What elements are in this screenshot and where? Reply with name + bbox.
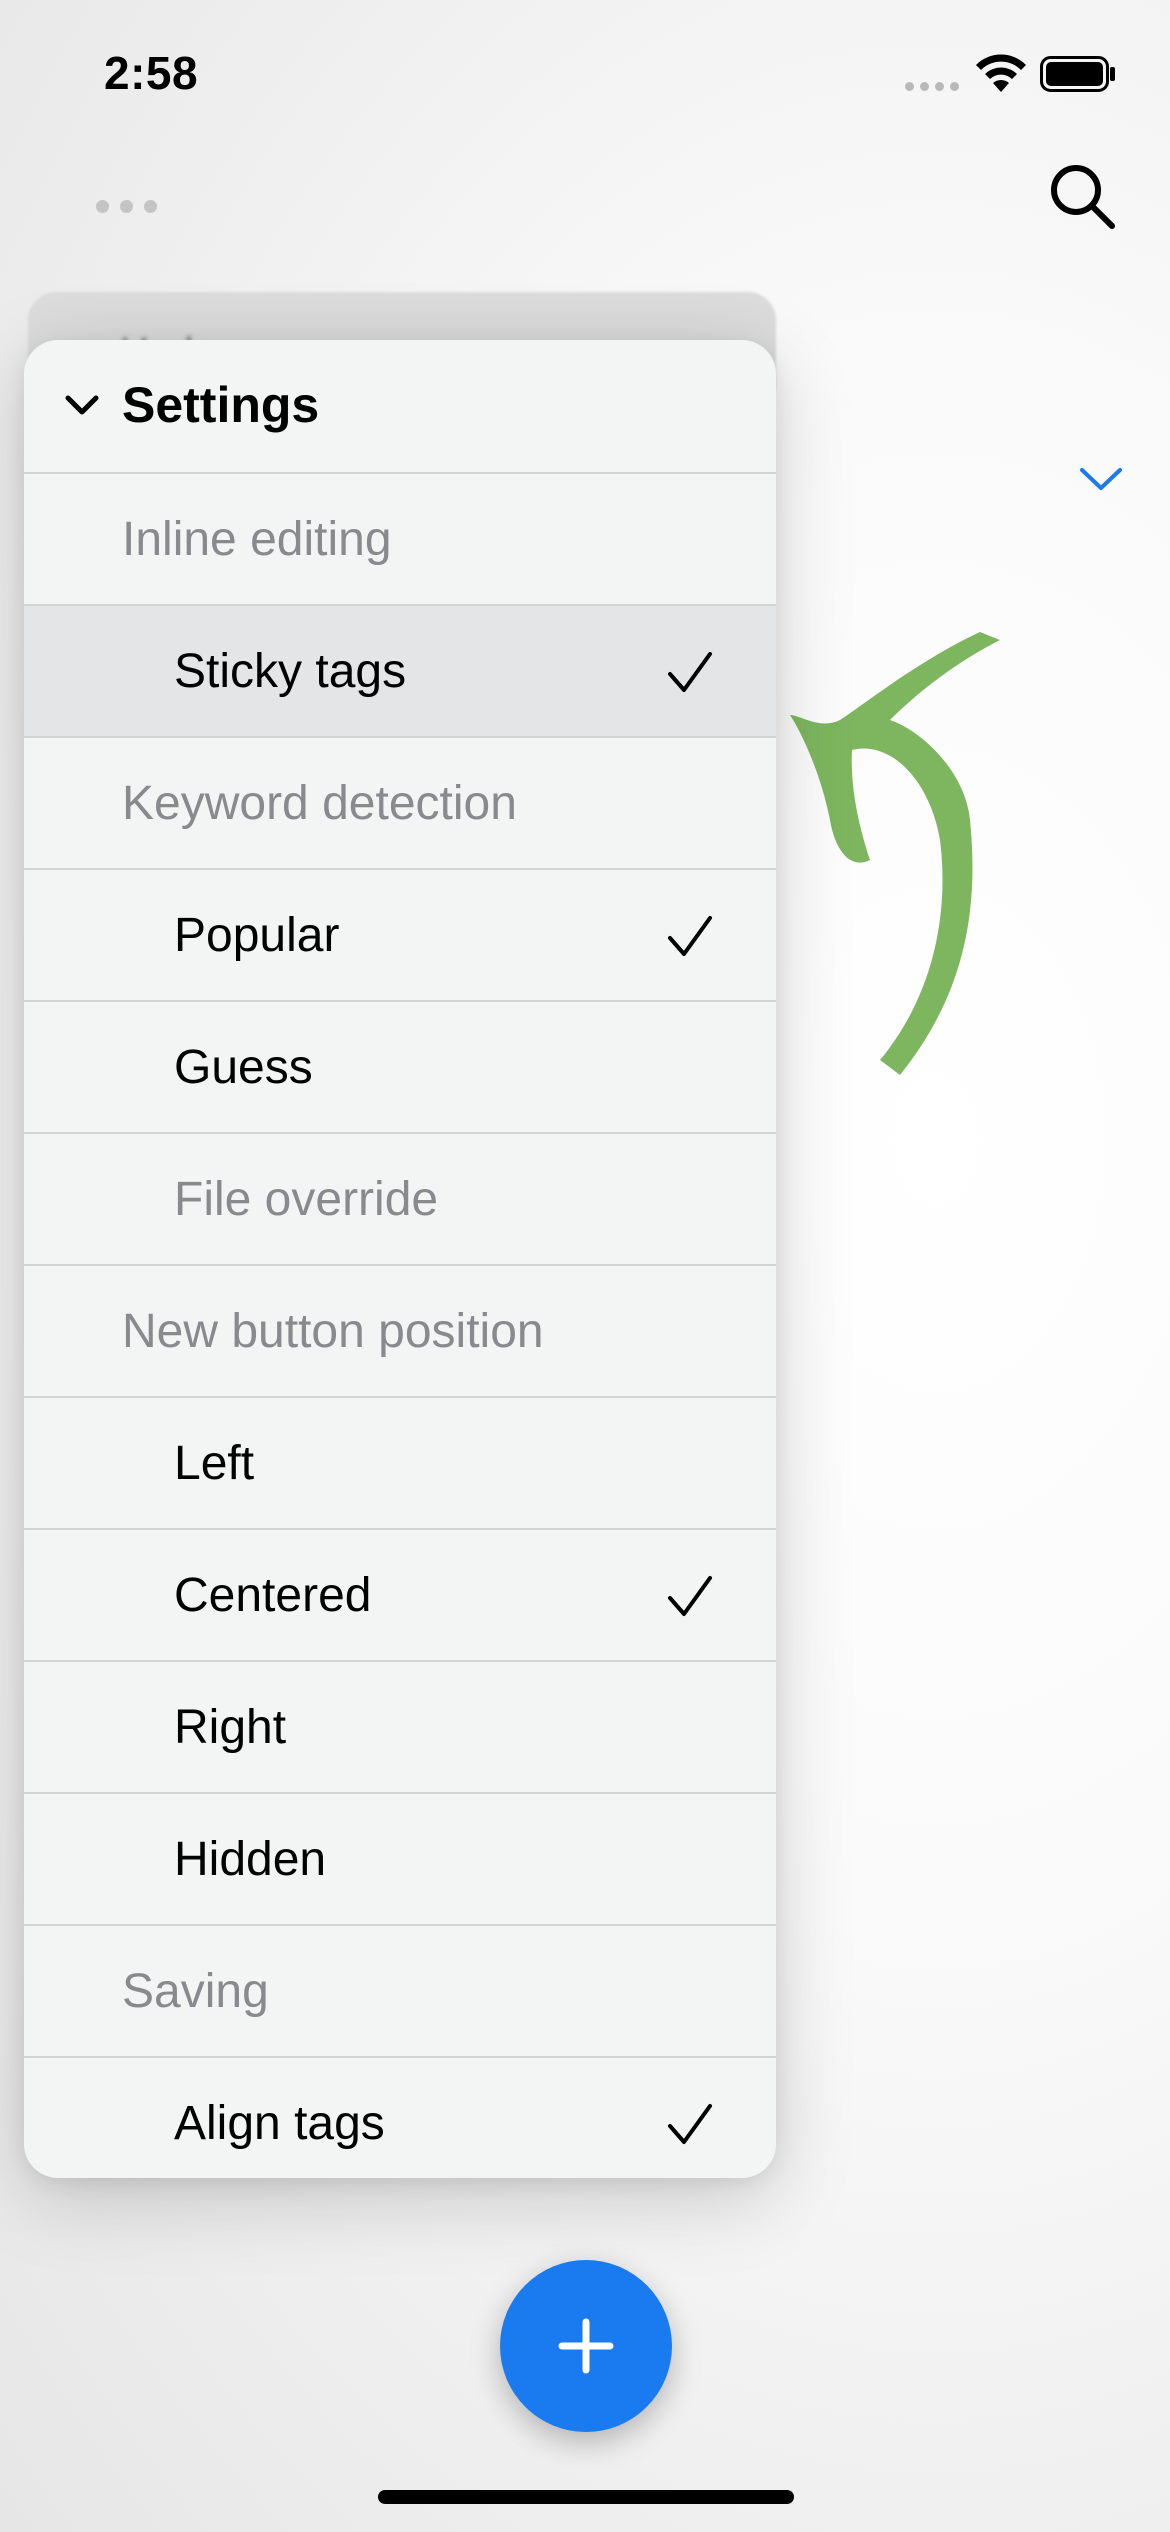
- menu-item-guess[interactable]: Guess: [24, 1000, 776, 1132]
- menu-item-label: Sticky tags: [174, 645, 407, 698]
- settings-menu: Settings Inline editing Sticky tags Keyw…: [24, 340, 776, 2178]
- checkmark-icon: [668, 916, 712, 956]
- section-label: New button position: [122, 1305, 544, 1358]
- plus-icon: [558, 2318, 614, 2374]
- battery-icon: [1040, 56, 1115, 92]
- checkmark-icon: [668, 1576, 712, 1616]
- green-scribble: [790, 632, 1000, 1075]
- section-new-button-position: New button position: [24, 1264, 776, 1396]
- checkmark-icon: [668, 652, 712, 692]
- menu-item-right[interactable]: Right: [24, 1660, 776, 1792]
- menu-item-label: File override: [174, 1173, 439, 1226]
- menu-item-label: Left: [174, 1437, 255, 1490]
- menu-item-label: Hidden: [174, 1833, 327, 1886]
- cellular-signal-icon: [905, 82, 961, 92]
- section-label: Keyword detection: [122, 777, 517, 830]
- home-indicator[interactable]: [378, 2490, 794, 2504]
- wifi-icon: [976, 54, 1026, 92]
- menu-item-file-override: File override: [24, 1132, 776, 1264]
- section-keyword-detection: Keyword detection: [24, 736, 776, 868]
- menu-item-label: Guess: [174, 1041, 313, 1094]
- menu-item-sticky-tags[interactable]: Sticky tags: [24, 604, 776, 736]
- section-label: Saving: [122, 1965, 269, 2018]
- menu-item-hidden[interactable]: Hidden: [24, 1792, 776, 1924]
- add-button[interactable]: [500, 2260, 672, 2432]
- menu-item-label: Popular: [174, 909, 340, 962]
- menu-item-label: Align tags: [174, 2097, 385, 2150]
- status-time: 2:58: [104, 47, 199, 99]
- menu-item-label: Right: [174, 1701, 287, 1754]
- section-inline-editing: Inline editing: [24, 472, 776, 604]
- status-bar: 2:58: [0, 0, 1170, 150]
- checkmark-icon: [668, 2104, 712, 2144]
- menu-item-centered[interactable]: Centered: [24, 1528, 776, 1660]
- chevron-down-icon[interactable]: [1078, 464, 1124, 494]
- chevron-down-icon[interactable]: [62, 392, 102, 420]
- menu-item-label: Centered: [174, 1569, 372, 1622]
- section-label: Inline editing: [122, 513, 392, 566]
- menu-header[interactable]: Settings: [24, 340, 776, 472]
- ellipsis-icon[interactable]: [96, 200, 160, 218]
- menu-item-align-tags[interactable]: Align tags: [24, 2056, 776, 2178]
- section-saving: Saving: [24, 1924, 776, 2056]
- menu-item-left[interactable]: Left: [24, 1396, 776, 1528]
- menu-title: Settings: [122, 377, 320, 433]
- search-icon[interactable]: [1046, 160, 1118, 232]
- menu-item-popular[interactable]: Popular: [24, 868, 776, 1000]
